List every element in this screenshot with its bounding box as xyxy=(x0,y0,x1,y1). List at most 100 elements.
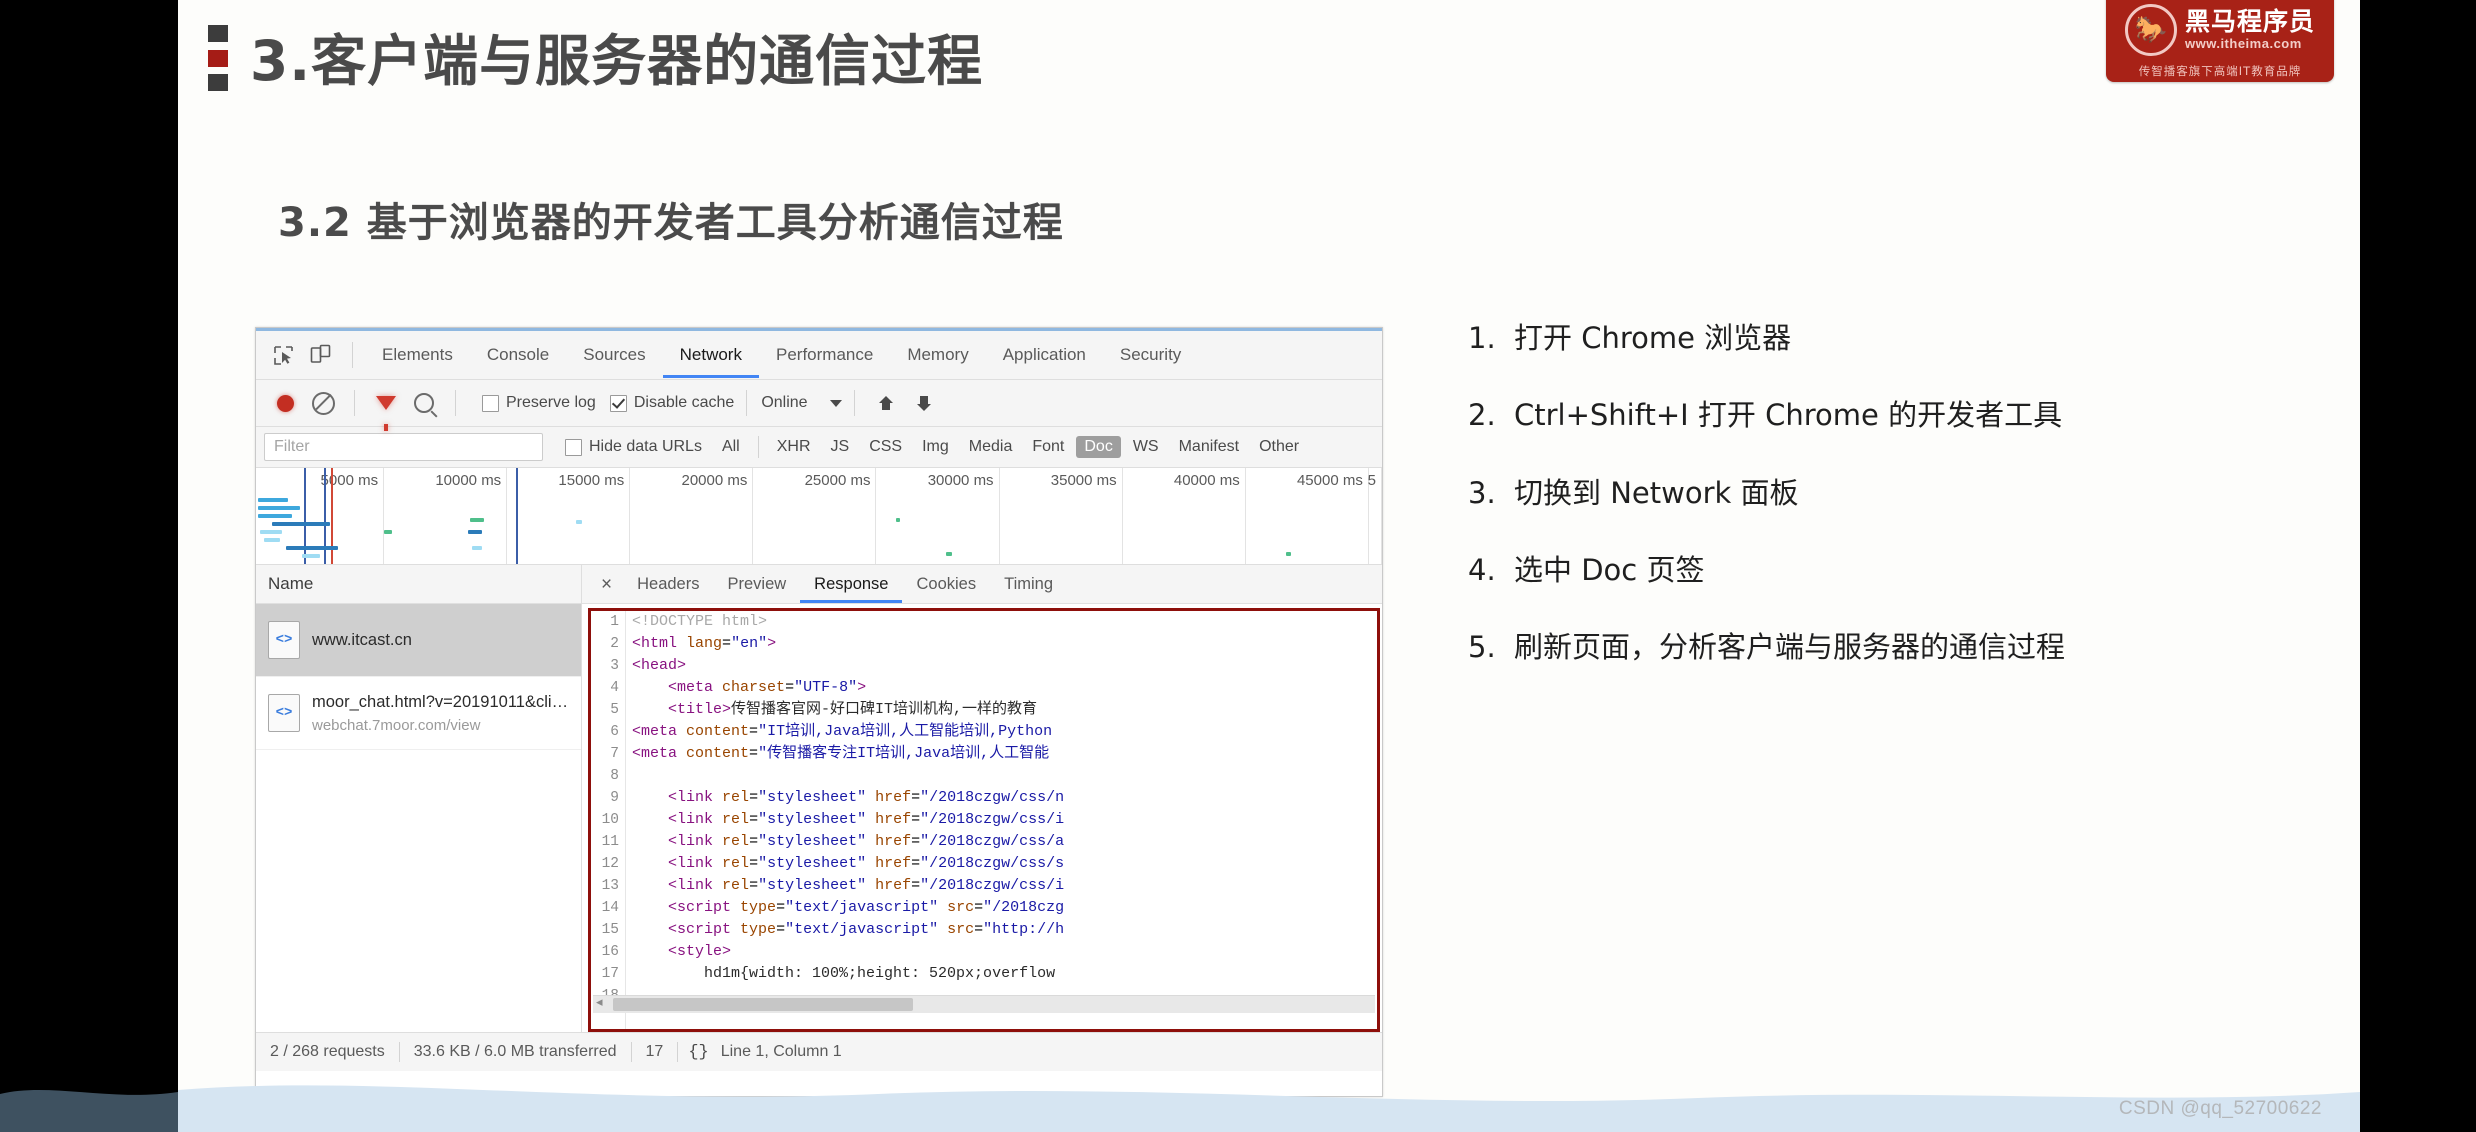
filter-type-css[interactable]: CSS xyxy=(861,436,910,458)
tab-memory[interactable]: Memory xyxy=(890,332,985,378)
preserve-log-toggle[interactable]: Preserve log xyxy=(482,394,596,412)
timeline-tick: 25000 ms xyxy=(804,472,871,489)
overview-bar xyxy=(470,518,484,522)
close-icon[interactable]: × xyxy=(590,575,623,594)
import-har-icon[interactable] xyxy=(870,387,902,419)
device-toolbar-icon[interactable] xyxy=(305,339,337,371)
toolbar-divider xyxy=(352,342,353,368)
table-row[interactable]: <> moor_chat.html?v=20191011&clientId=&u… xyxy=(256,677,581,750)
step-number: 2. xyxy=(1468,398,1496,433)
timeline-cell: 20000 ms xyxy=(630,468,754,564)
overview-bar xyxy=(946,552,952,556)
code-line: <link rel="stylesheet" href="/2018czgw/c… xyxy=(668,811,1065,828)
list-item: 5. 刷新页面，分析客户端与服务器的通信过程 xyxy=(1468,629,2308,665)
code-line-number: 12 xyxy=(601,856,619,872)
code-line: <link rel="stylesheet" href="/2018czgw/c… xyxy=(668,833,1065,850)
filter-type-font[interactable]: Font xyxy=(1024,436,1072,458)
overview-bar xyxy=(1286,552,1291,556)
document-icon: <> xyxy=(268,621,300,659)
filter-type-doc[interactable]: Doc xyxy=(1076,436,1121,458)
overview-bar xyxy=(896,518,900,522)
code-line: <link rel="stylesheet" href="/2018czgw/c… xyxy=(668,855,1065,872)
disable-cache-toggle[interactable]: Disable cache xyxy=(609,394,735,412)
filter-icon[interactable] xyxy=(370,387,402,431)
presentation-slide: 3.客户端与服务器的通信过程 🐎 黑马程序员 www.itheima.com 传… xyxy=(178,0,2360,1132)
inspect-element-icon[interactable] xyxy=(267,339,299,371)
code-line-number: 10 xyxy=(601,812,619,828)
tab-performance[interactable]: Performance xyxy=(759,332,890,378)
export-har-icon[interactable] xyxy=(908,387,940,419)
preserve-log-checkbox[interactable] xyxy=(482,394,499,412)
decorative-wave-left xyxy=(0,1090,178,1132)
tab-application[interactable]: Application xyxy=(986,332,1103,378)
step-number: 1. xyxy=(1468,321,1496,355)
code-line-number: 17 xyxy=(601,966,619,982)
step-number: 5. xyxy=(1468,630,1496,664)
tab-timing[interactable]: Timing xyxy=(990,566,1067,603)
status-requests: 2 / 268 requests xyxy=(270,1043,385,1060)
hide-data-urls-checkbox[interactable] xyxy=(565,438,582,456)
code-line: <meta content="传智播客专注IT培训,Java培训,人工智能 xyxy=(632,745,1050,762)
timeline-tick: 45000 ms xyxy=(1296,472,1363,489)
chevron-down-icon[interactable] xyxy=(829,399,842,407)
tab-cookies[interactable]: Cookies xyxy=(902,566,990,603)
timeline-cell: 15000 ms xyxy=(507,468,631,564)
record-icon[interactable] xyxy=(269,387,301,419)
disable-cache-checkbox[interactable] xyxy=(609,394,627,412)
filter-type-img[interactable]: Img xyxy=(914,436,957,458)
filter-type-all[interactable]: All xyxy=(714,436,748,458)
horizontal-scrollbar[interactable] xyxy=(593,994,1375,1013)
response-code-viewer[interactable]: 123456789101112131415161718 <!DOCTYPE ht… xyxy=(588,608,1380,1032)
tab-preview[interactable]: Preview xyxy=(713,566,800,603)
step-text: 选中 Doc 页签 xyxy=(1514,552,1705,587)
tab-response[interactable]: Response xyxy=(800,566,902,603)
scrollbar-thumb[interactable] xyxy=(613,998,913,1011)
overview-bar xyxy=(576,520,582,524)
step-text: Ctrl+Shift+I 打开 Chrome 的开发者工具 xyxy=(1514,398,2063,433)
tab-network[interactable]: Network xyxy=(663,332,759,378)
code-line: <link rel="stylesheet" href="/2018czgw/c… xyxy=(668,789,1065,806)
clear-icon[interactable] xyxy=(307,387,339,419)
overview-bar xyxy=(258,506,300,510)
network-timeline-overview[interactable]: 5000 ms 10000 ms 15000 ms 20000 ms 25000… xyxy=(256,468,1382,565)
filter-type-ws[interactable]: WS xyxy=(1125,436,1167,458)
tab-sources[interactable]: Sources xyxy=(566,332,662,378)
disable-cache-label: Disable cache xyxy=(633,394,735,411)
timeline-cell: 5 xyxy=(1367,468,1382,564)
filter-type-js[interactable]: JS xyxy=(823,436,858,458)
network-body: Name <> www.itcast.cn <> moor_chat.html?… xyxy=(256,565,1382,1032)
code-line: hd1m{width: 100%;height: 520px;overflow xyxy=(704,965,1056,982)
filter-type-xhr[interactable]: XHR xyxy=(769,436,819,458)
itheima-logo: 🐎 黑马程序员 www.itheima.com 传智播客旗下高端IT教育品牌 xyxy=(2106,0,2334,82)
tab-security[interactable]: Security xyxy=(1103,332,1198,378)
code-line-number: 13 xyxy=(601,878,619,894)
section-subtitle: 3.2 基于浏览器的开发者工具分析通信过程 xyxy=(278,200,1064,246)
list-item: 3. 切换到 Network 面板 xyxy=(1468,475,2308,511)
throttling-dropdown[interactable]: Online xyxy=(761,394,842,412)
horse-logo-icon: 🐎 xyxy=(2124,3,2177,56)
filter-type-media[interactable]: Media xyxy=(961,436,1021,458)
hide-data-urls-toggle[interactable]: Hide data URLs xyxy=(565,438,702,456)
pretty-print-icon[interactable]: {} xyxy=(678,1043,718,1062)
timeline-tick: 5 xyxy=(1367,472,1376,489)
throttling-value: Online xyxy=(761,394,808,411)
tab-elements[interactable]: Elements xyxy=(365,332,470,378)
tab-headers[interactable]: Headers xyxy=(623,566,713,603)
page-title-text: 3.客户端与服务器的通信过程 xyxy=(250,29,984,93)
code-line-number: 14 xyxy=(601,900,619,916)
filter-type-manifest[interactable]: Manifest xyxy=(1171,436,1247,458)
toolbar-divider xyxy=(354,390,355,416)
tab-console[interactable]: Console xyxy=(470,332,566,378)
overview-bar xyxy=(302,554,320,558)
code-line: <html lang="en"> xyxy=(632,635,777,652)
table-row[interactable]: <> www.itcast.cn xyxy=(256,604,581,677)
devtools-window: Elements Console Sources Network Perform… xyxy=(255,327,1383,1097)
timeline-tick: 10000 ms xyxy=(435,472,502,489)
timeline-cell: 35000 ms xyxy=(1000,468,1123,564)
search-icon[interactable] xyxy=(408,387,440,419)
filter-input[interactable]: Filter xyxy=(264,433,543,461)
filter-type-other[interactable]: Other xyxy=(1251,436,1307,458)
instruction-steps: 1. 打开 Chrome 浏览器 2. Ctrl+Shift+I 打开 Chro… xyxy=(1468,320,2308,706)
code-line: <meta charset="UTF-8"> xyxy=(668,679,867,696)
